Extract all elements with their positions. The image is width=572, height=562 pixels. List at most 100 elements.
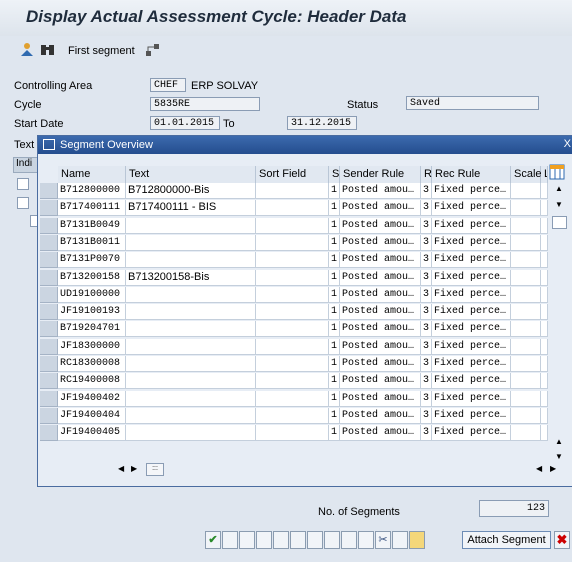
cell-s[interactable]: 1 xyxy=(329,286,340,303)
cell-scale[interactable] xyxy=(511,338,541,355)
cell-sort[interactable] xyxy=(256,321,329,338)
cell-sort[interactable] xyxy=(256,373,329,390)
table-row[interactable]: JF19100193 1 Posted amou… 3 Fixed perce… xyxy=(40,304,548,321)
cell-r[interactable]: 3 xyxy=(421,356,432,372)
cell-s[interactable]: 1 xyxy=(329,338,340,355)
row-selector[interactable] xyxy=(40,217,58,234)
vertical-scrollbar[interactable]: ▲ ▼ ▲ ▼ xyxy=(551,184,567,464)
cell-sort[interactable] xyxy=(256,425,329,442)
cell-r[interactable]: 3 xyxy=(421,217,432,234)
cell-rec[interactable]: Fixed perce… xyxy=(432,269,511,286)
cell-sort[interactable] xyxy=(256,407,329,424)
cell-lo[interactable] xyxy=(541,217,548,234)
row-selector[interactable] xyxy=(40,269,58,286)
background-checkbox[interactable] xyxy=(17,178,29,190)
cell-text[interactable] xyxy=(126,234,256,251)
layout-icon[interactable] xyxy=(358,531,374,549)
cell-text[interactable]: B717400111 - BIS xyxy=(126,200,256,217)
cell-scale[interactable] xyxy=(511,390,541,407)
check-icon[interactable]: ✔ xyxy=(205,531,221,549)
scroll-right-icon[interactable]: ▶ xyxy=(131,464,137,473)
col-header-r[interactable]: R xyxy=(421,166,432,183)
cell-sender[interactable]: Posted amou… xyxy=(340,183,421,199)
col-header-name[interactable]: Name xyxy=(58,166,126,183)
cell-text[interactable] xyxy=(126,338,256,355)
cell-text[interactable]: B713200158-Bis xyxy=(126,269,256,286)
cell-lo[interactable] xyxy=(541,183,548,199)
row-selector[interactable] xyxy=(40,321,58,338)
row-selector[interactable] xyxy=(40,373,58,390)
cell-s[interactable]: 1 xyxy=(329,252,340,269)
cell-sort[interactable] xyxy=(256,286,329,303)
table-row[interactable]: UD19100000 1 Posted amou… 3 Fixed perce… xyxy=(40,286,548,303)
cell-lo[interactable] xyxy=(541,286,548,303)
cell-rec[interactable]: Fixed perce… xyxy=(432,338,511,355)
cell-s[interactable]: 1 xyxy=(329,407,340,424)
cell-name[interactable]: UD19100000 xyxy=(58,286,126,303)
cell-lo[interactable] xyxy=(541,252,548,269)
cell-s[interactable]: 1 xyxy=(329,373,340,390)
cell-sender[interactable]: Posted amou… xyxy=(340,200,421,217)
cell-s[interactable]: 1 xyxy=(329,425,340,442)
col-header-lo[interactable]: Lo xyxy=(541,166,548,183)
detail-icon[interactable] xyxy=(222,531,238,549)
cell-scale[interactable] xyxy=(511,200,541,217)
cell-sender[interactable]: Posted amou… xyxy=(340,321,421,338)
table-row[interactable]: B7131B0011 1 Posted amou… 3 Fixed perce… xyxy=(40,234,548,251)
cell-name[interactable]: JF19100193 xyxy=(58,304,126,321)
scroll-right-icon[interactable]: ▶ xyxy=(550,464,556,473)
cell-rec[interactable]: Fixed perce… xyxy=(432,286,511,303)
cell-lo[interactable] xyxy=(541,356,548,372)
cell-text[interactable] xyxy=(126,407,256,424)
cell-sender[interactable]: Posted amou… xyxy=(340,286,421,303)
cell-sender[interactable]: Posted amou… xyxy=(340,252,421,269)
cell-lo[interactable] xyxy=(541,373,548,390)
cell-r[interactable]: 3 xyxy=(421,286,432,303)
cell-sort[interactable] xyxy=(256,183,329,199)
cell-s[interactable]: 1 xyxy=(329,390,340,407)
create-icon[interactable] xyxy=(239,531,255,549)
col-header-scale[interactable]: Scale xyxy=(511,166,542,183)
cell-scale[interactable] xyxy=(511,373,541,390)
cell-text[interactable] xyxy=(126,425,256,442)
cell-s[interactable]: 1 xyxy=(329,304,340,321)
col-header-sender-rule[interactable]: Sender Rule xyxy=(340,166,421,183)
table-row[interactable]: JF18300000 1 Posted amou… 3 Fixed perce… xyxy=(40,338,548,355)
cell-sender[interactable]: Posted amou… xyxy=(340,269,421,286)
table-row[interactable]: B7131P0070 1 Posted amou… 3 Fixed perce… xyxy=(40,252,548,269)
row-selector[interactable] xyxy=(40,338,58,355)
cell-sort[interactable] xyxy=(256,338,329,355)
cell-r[interactable]: 3 xyxy=(421,338,432,355)
table-row[interactable]: JF19400404 1 Posted amou… 3 Fixed perce… xyxy=(40,407,548,424)
row-selector[interactable] xyxy=(40,390,58,407)
row-selector[interactable] xyxy=(40,356,58,372)
close-icon[interactable]: X xyxy=(564,138,571,150)
cell-sender[interactable]: Posted amou… xyxy=(340,234,421,251)
cell-r[interactable]: 3 xyxy=(421,234,432,251)
cell-r[interactable]: 3 xyxy=(421,425,432,442)
cell-lo[interactable] xyxy=(541,269,548,286)
row-selector[interactable] xyxy=(40,183,58,199)
cell-lo[interactable] xyxy=(541,321,548,338)
find-next-icon[interactable] xyxy=(273,531,289,549)
cell-s[interactable]: 1 xyxy=(329,321,340,338)
print-icon[interactable] xyxy=(307,531,323,549)
cell-sender[interactable]: Posted amou… xyxy=(340,338,421,355)
cell-sender[interactable]: Posted amou… xyxy=(340,304,421,321)
cell-rec[interactable]: Fixed perce… xyxy=(432,183,511,199)
cell-rec[interactable]: Fixed perce… xyxy=(432,252,511,269)
table-row[interactable]: JF19400405 1 Posted amou… 3 Fixed perce… xyxy=(40,425,548,442)
cell-scale[interactable] xyxy=(511,217,541,234)
cell-lo[interactable] xyxy=(541,200,548,217)
cell-text[interactable] xyxy=(126,373,256,390)
hscroll-thumb[interactable]: ::: xyxy=(146,463,164,476)
row-selector[interactable] xyxy=(40,304,58,321)
cell-s[interactable]: 1 xyxy=(329,200,340,217)
cell-r[interactable]: 3 xyxy=(421,373,432,390)
cell-scale[interactable] xyxy=(511,304,541,321)
hierarchy-icon[interactable] xyxy=(145,42,160,57)
cancel-icon[interactable]: ✖ xyxy=(554,531,570,549)
cell-rec[interactable]: Fixed perce… xyxy=(432,373,511,390)
cell-text[interactable] xyxy=(126,390,256,407)
cell-rec[interactable]: Fixed perce… xyxy=(432,200,511,217)
